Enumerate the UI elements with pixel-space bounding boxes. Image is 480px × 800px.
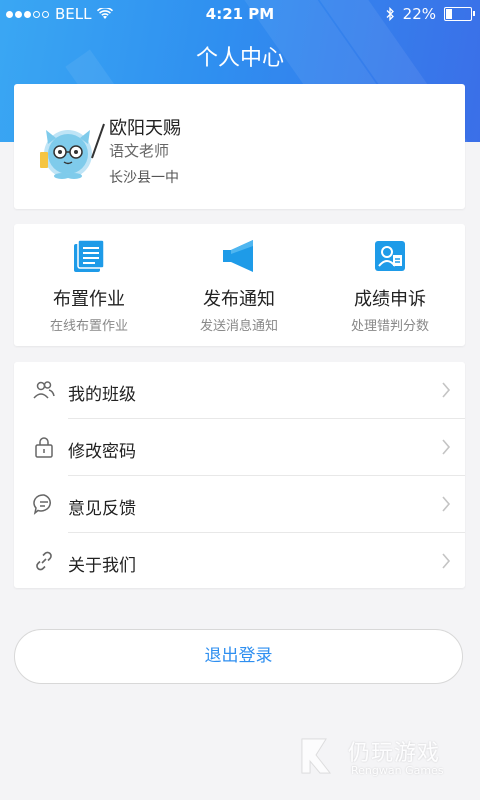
chevron-right-icon (442, 553, 451, 569)
battery-level (446, 9, 452, 19)
menu-item-label: 关于我们 (68, 556, 136, 576)
profile-school: 长沙县一中 (109, 170, 179, 186)
profile-card[interactable] (14, 84, 465, 209)
chevron-right-icon (442, 439, 451, 455)
watermark: 仍玩游戏 Rengwan Games (296, 733, 456, 783)
menu-item-feedback[interactable]: 意见反馈 (14, 476, 465, 532)
chevron-right-icon (442, 496, 451, 512)
lock-icon (35, 437, 53, 458)
watermark-text: 仍玩游戏 (348, 741, 441, 766)
action-assign-homework[interactable]: 布置作业 在线布置作业 (14, 224, 164, 346)
action-label: 发布通知 (203, 289, 275, 310)
bluetooth-icon (386, 7, 394, 21)
status-bar: BELL 4:21 PM 22% (0, 0, 480, 30)
quick-actions-card: 布置作业 在线布置作业 发布通知 发送消息通知 成绩申诉 处理错判分数 (14, 224, 465, 346)
teacher-mascot-avatar (40, 123, 105, 179)
chevron-right-icon (442, 382, 451, 398)
menu-item-my-classes[interactable]: 我的班级 (14, 362, 465, 418)
action-subtitle: 处理错判分数 (350, 319, 429, 334)
menu-item-label: 修改密码 (68, 442, 136, 462)
menu-item-label: 我的班级 (68, 385, 136, 405)
megaphone-icon (223, 240, 253, 272)
menu-item-label: 意见反馈 (68, 499, 136, 519)
battery-icon (444, 7, 475, 21)
feedback-icon (33, 494, 51, 515)
action-subtitle: 在线布置作业 (49, 319, 128, 334)
menu-item-change-password[interactable]: 修改密码 (14, 419, 465, 475)
page-title: 个人中心 (195, 46, 284, 71)
settings-menu: 我的班级 修改密码 意见反馈 关于我们 (14, 362, 465, 588)
action-grade-appeal[interactable]: 成绩申诉 处理错判分数 (315, 224, 465, 346)
menu-item-about-us[interactable]: 关于我们 (14, 533, 465, 589)
logout-button[interactable]: 退出登录 (14, 629, 463, 684)
profile-role: 语文老师 (109, 142, 170, 160)
appeal-icon (375, 241, 405, 271)
battery-percent: 22% (402, 5, 436, 23)
watermark-logo-icon (301, 738, 332, 774)
action-subtitle: 发送消息通知 (199, 319, 278, 334)
users-icon (33, 381, 55, 399)
profile-name: 欧阳天赐 (109, 118, 181, 139)
action-label: 成绩申诉 (354, 289, 426, 310)
action-publish-notice[interactable]: 发布通知 发送消息通知 (164, 224, 314, 346)
homework-icon (74, 239, 105, 272)
watermark-subtext: Rengwan Games (351, 764, 444, 777)
action-label: 布置作业 (53, 289, 125, 310)
link-icon (36, 551, 52, 571)
